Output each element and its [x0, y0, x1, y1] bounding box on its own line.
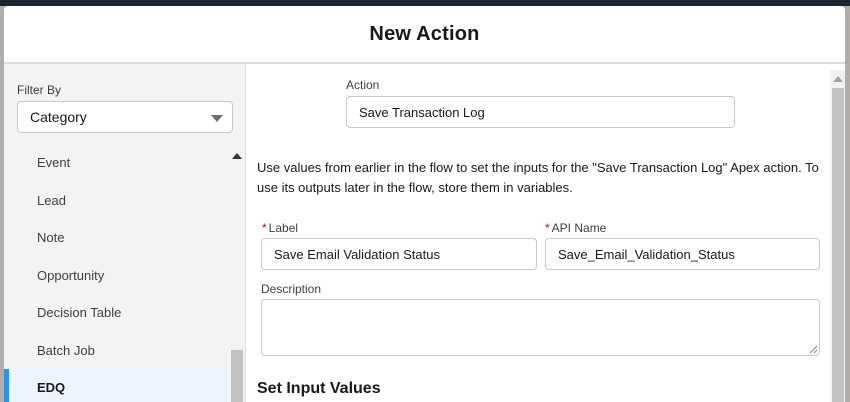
category-item-opportunity[interactable]: Opportunity — [4, 257, 230, 295]
resize-handle-icon[interactable] — [809, 345, 817, 353]
category-list-scrollbar-thumb[interactable] — [231, 350, 243, 402]
required-marker: * — [545, 221, 550, 235]
category-item-label: Opportunity — [37, 267, 105, 283]
scroll-up-arrow-icon[interactable] — [232, 153, 242, 159]
new-action-modal: New Action Filter By Category Event Lead… — [4, 6, 845, 402]
api-name-field-label: * API Name — [545, 221, 606, 235]
modal-title: New Action — [369, 22, 480, 45]
label-input[interactable]: Save Email Validation Status — [261, 238, 537, 270]
category-sidebar: Filter By Category Event Lead Note Oppor… — [4, 64, 246, 402]
description-field-label: Description — [261, 282, 322, 296]
label-field-label: * Label — [262, 221, 298, 235]
form-scrollbar-thumb[interactable] — [832, 88, 844, 402]
set-input-values-heading: Set Input Values — [257, 380, 381, 397]
api-name-field-label-text: API Name — [551, 221, 607, 235]
filter-by-label: Filter By — [17, 83, 62, 97]
category-item-label: Event — [37, 155, 71, 171]
modal-header: New Action — [4, 6, 845, 64]
category-item-note[interactable]: Note — [4, 219, 230, 257]
modal-body: Filter By Category Event Lead Note Oppor… — [4, 64, 845, 402]
category-item-label: Decision Table — [37, 305, 122, 321]
category-item-lead[interactable]: Lead — [4, 182, 230, 220]
scroll-up-arrow-icon[interactable] — [833, 76, 843, 82]
category-item-edq[interactable]: EDQ — [4, 369, 230, 402]
category-item-label: Lead — [37, 192, 66, 208]
action-input[interactable]: Save Transaction Log — [346, 96, 735, 128]
chevron-down-icon — [211, 115, 223, 122]
label-input-value: Save Email Validation Status — [274, 246, 440, 262]
filter-by-select[interactable]: Category — [17, 101, 233, 133]
filter-by-value: Category — [30, 109, 87, 125]
category-item-event[interactable]: Event — [4, 144, 230, 182]
description-textarea[interactable] — [261, 299, 820, 356]
category-item-label: Batch Job — [37, 342, 95, 358]
help-text: Use values from earlier in the flow to s… — [257, 160, 819, 195]
category-item-decision-table[interactable]: Decision Table — [4, 294, 230, 332]
action-field-label: Action — [346, 78, 380, 92]
api-name-input[interactable]: Save_Email_Validation_Status — [545, 238, 820, 270]
category-item-batch-job[interactable]: Batch Job — [4, 332, 230, 370]
action-input-value: Save Transaction Log — [359, 104, 485, 120]
action-form: Action Save Transaction Log Use values f… — [247, 64, 845, 402]
api-name-input-value: Save_Email_Validation_Status — [558, 246, 735, 262]
category-item-label: Note — [37, 230, 65, 246]
category-item-label: EDQ — [37, 380, 66, 396]
required-marker: * — [262, 221, 267, 235]
category-list: Event Lead Note Opportunity Decision Tab… — [4, 144, 230, 402]
label-field-label-text: Label — [268, 221, 299, 235]
